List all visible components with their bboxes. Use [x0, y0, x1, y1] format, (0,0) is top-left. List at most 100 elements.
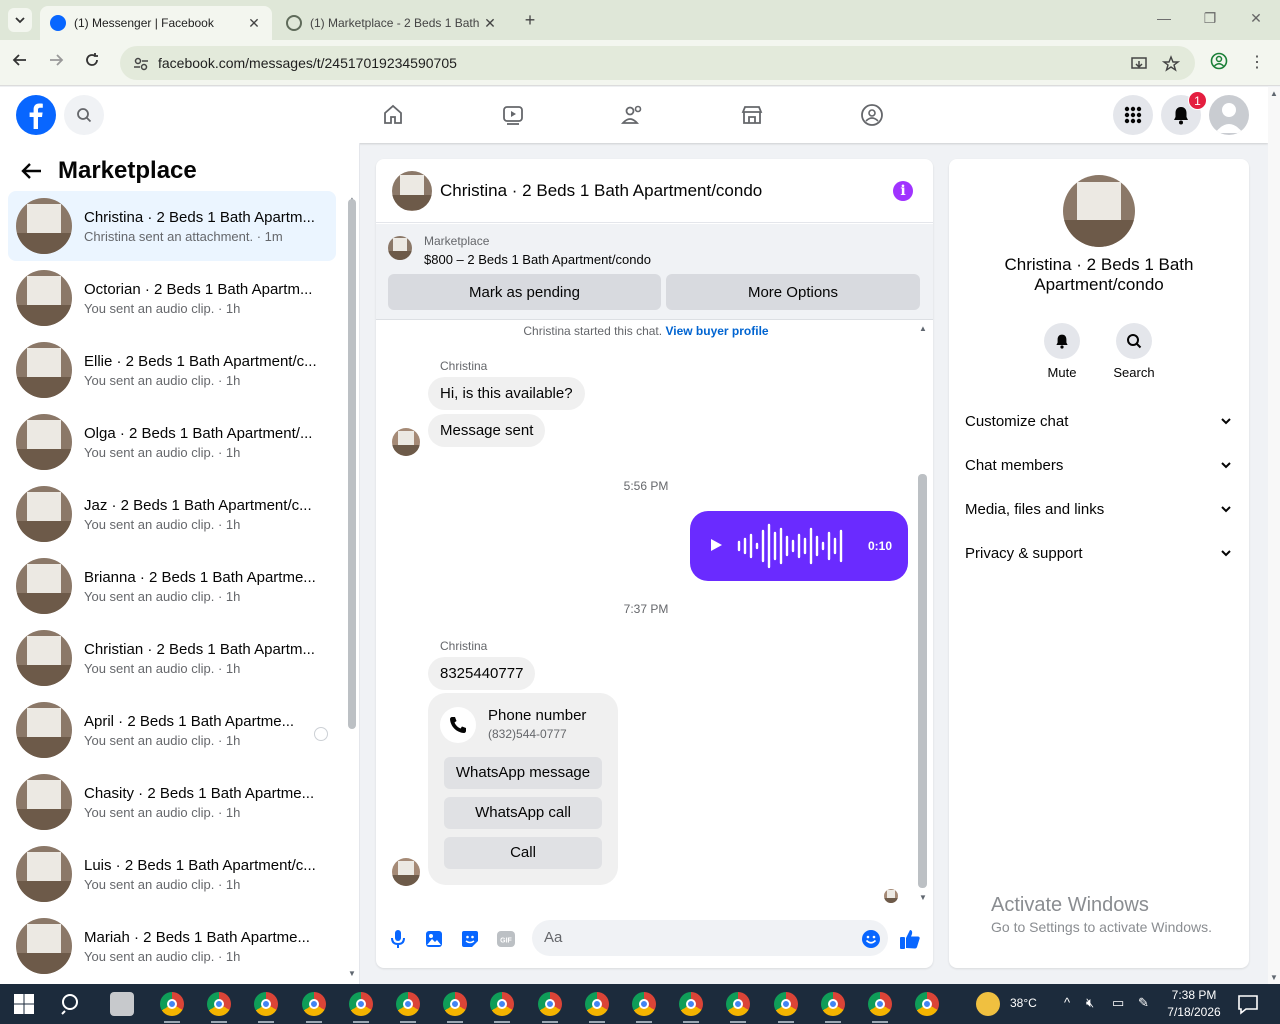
sticker-icon[interactable] — [459, 928, 481, 950]
install-app-icon[interactable] — [1130, 55, 1148, 73]
clock[interactable]: 7:38 PM 7/18/2026 — [1164, 988, 1224, 1019]
reload-button[interactable] — [84, 52, 106, 74]
chrome-taskbar-icon[interactable] — [632, 992, 656, 1016]
mute-button[interactable]: Mute — [1032, 323, 1092, 380]
notification-center-icon[interactable] — [1236, 992, 1260, 1016]
browser-menu-button[interactable]: ⋮ — [1246, 52, 1268, 74]
conversation-item[interactable]: Mariah · 2 Beds 1 Bath Apartme... You sen… — [8, 911, 336, 981]
minimize-button[interactable]: — — [1154, 10, 1174, 30]
notifications-button[interactable]: 1 — [1161, 91, 1207, 135]
scroll-down-arrow[interactable]: ▼ — [919, 893, 927, 902]
photo-icon[interactable] — [423, 928, 445, 950]
tray-chevron-icon[interactable]: ^ — [1064, 995, 1070, 1010]
details-section-row[interactable]: Customize chat — [965, 399, 1233, 443]
video-nav[interactable] — [497, 99, 529, 131]
friends-nav[interactable] — [617, 99, 649, 131]
chrome-taskbar-icon[interactable] — [584, 992, 609, 1016]
chrome-taskbar-icon[interactable] — [726, 992, 751, 1016]
gif-icon[interactable]: GIF — [495, 928, 517, 950]
message-bubble[interactable]: Hi, is this available? — [428, 377, 585, 410]
inbox-scrollbar[interactable] — [348, 199, 356, 729]
tab-search-menu[interactable] — [8, 8, 32, 32]
chrome-taskbar-icon[interactable] — [396, 992, 420, 1016]
network-icon[interactable]: ▭ — [1112, 995, 1124, 1011]
marketplace-nav[interactable] — [736, 99, 768, 131]
chrome-taskbar-icon[interactable] — [207, 992, 232, 1016]
app-icon[interactable] — [110, 992, 134, 1016]
chrome-taskbar-icon[interactable] — [443, 992, 468, 1016]
search-icon[interactable] — [60, 992, 84, 1016]
close-window-button[interactable]: ✕ — [1246, 10, 1266, 30]
chrome-taskbar-icon[interactable] — [915, 992, 940, 1016]
tab-marketplace[interactable]: (1) Marketplace - 2 Beds 1 Bath ✕ — [276, 6, 508, 40]
tab-messenger[interactable]: (1) Messenger | Facebook ✕ — [40, 6, 272, 40]
message-input[interactable]: Aa — [532, 920, 888, 956]
groups-nav[interactable] — [856, 99, 888, 131]
chrome-taskbar-icon[interactable] — [773, 992, 798, 1016]
chat-title[interactable]: Christina · 2 Beds 1 Bath Apartment/cond… — [440, 181, 762, 201]
thumbs-up-icon[interactable] — [899, 928, 921, 950]
menu-button[interactable] — [1113, 95, 1153, 135]
chrome-taskbar-icon[interactable] — [490, 992, 515, 1016]
scroll-up-arrow[interactable]: ▲ — [1268, 89, 1280, 98]
audio-message[interactable]: 0:10 — [690, 511, 908, 581]
conversation-item[interactable]: Jaz · 2 Beds 1 Bath Apartment/c... You se… — [8, 479, 336, 549]
scroll-down-arrow[interactable]: ▼ — [1268, 973, 1280, 982]
conversation-item[interactable]: April · 2 Beds 1 Bath Apartme... You sent… — [8, 695, 336, 765]
back-button[interactable] — [12, 52, 34, 74]
address-bar[interactable]: facebook.com/messages/t/2451701923459070… — [120, 46, 1195, 80]
weather-icon[interactable] — [976, 992, 1000, 1016]
chrome-taskbar-icon[interactable] — [679, 992, 704, 1016]
details-section-row[interactable]: Media, files and links — [965, 487, 1233, 531]
conversation-item[interactable]: Christina · 2 Beds 1 Bath Apartm... Chris… — [8, 191, 336, 261]
more-options-button[interactable]: More Options — [666, 274, 920, 310]
scroll-up-arrow[interactable]: ▲ — [919, 324, 927, 333]
new-tab-button[interactable]: + — [520, 10, 540, 30]
listing-title[interactable]: $800 – 2 Beds 1 Bath Apartment/condo — [424, 252, 651, 267]
windows-start-icon[interactable] — [12, 992, 36, 1016]
search-button[interactable] — [64, 95, 104, 135]
chrome-taskbar-icon[interactable] — [160, 992, 184, 1016]
home-nav[interactable] — [377, 99, 409, 131]
emoji-icon[interactable] — [860, 928, 882, 950]
view-buyer-profile-link[interactable]: View buyer profile — [665, 324, 768, 338]
message-bubble[interactable]: 8325440777 — [428, 657, 536, 690]
details-section-row[interactable]: Privacy & support — [965, 531, 1233, 575]
mark-pending-button[interactable]: Mark as pending — [388, 274, 661, 310]
conversation-item[interactable]: Chasity · 2 Beds 1 Bath Apartme... You se… — [8, 767, 336, 837]
info-icon[interactable]: i — [893, 181, 913, 201]
conversation-item[interactable]: Ellie · 2 Beds 1 Bath Apartment/c... You … — [8, 335, 336, 405]
scroll-down-arrow[interactable]: ▼ — [348, 969, 356, 978]
chrome-taskbar-icon[interactable] — [868, 992, 892, 1016]
whatsapp-call-button[interactable]: WhatsApp call — [444, 797, 602, 829]
temperature[interactable]: 38°C — [1010, 996, 1037, 1010]
account-avatar[interactable] — [1209, 95, 1249, 135]
facebook-logo-icon[interactable] — [16, 95, 56, 135]
listing-thumbnail[interactable] — [388, 236, 412, 260]
chrome-taskbar-icon[interactable] — [820, 992, 845, 1016]
conversation-item[interactable]: Olga · 2 Beds 1 Bath Apartment/... You se… — [8, 407, 336, 477]
conversation-item[interactable]: Luis · 2 Beds 1 Bath Apartment/c... You s… — [8, 839, 336, 909]
chat-scrollbar[interactable] — [918, 474, 927, 888]
unread-indicator-icon[interactable] — [314, 727, 328, 741]
chrome-taskbar-icon[interactable] — [301, 992, 326, 1016]
conversation-item[interactable]: Christian · 2 Beds 1 Bath Apartm... You s… — [8, 623, 336, 693]
sender-avatar[interactable] — [392, 858, 420, 886]
chrome-taskbar-icon[interactable] — [254, 992, 279, 1016]
bookmark-star-icon[interactable] — [1162, 55, 1180, 73]
sender-avatar[interactable] — [392, 428, 420, 456]
close-tab-icon[interactable]: ✕ — [246, 15, 262, 32]
arrow-left-icon[interactable] — [20, 159, 44, 183]
page-scrollbar[interactable]: ▲ ▼ — [1268, 87, 1280, 984]
volume-muted-icon[interactable]: 🔇︎ — [1086, 995, 1094, 1011]
conversation-item[interactable]: Brianna · 2 Beds 1 Bath Apartme... You se… — [8, 551, 336, 621]
chrome-taskbar-icon[interactable] — [348, 992, 373, 1016]
conversation-item[interactable]: Octorian · 2 Beds 1 Bath Apartm... You se… — [8, 263, 336, 333]
chat-avatar[interactable] — [392, 170, 432, 211]
details-section-row[interactable]: Chat members — [965, 443, 1233, 487]
close-tab-icon[interactable]: ✕ — [482, 15, 498, 32]
search-chat-button[interactable]: Search — [1104, 323, 1164, 380]
call-button[interactable]: Call — [444, 837, 602, 869]
profile-avatar[interactable] — [1063, 175, 1135, 247]
pen-icon[interactable]: ✎ — [1138, 995, 1149, 1011]
